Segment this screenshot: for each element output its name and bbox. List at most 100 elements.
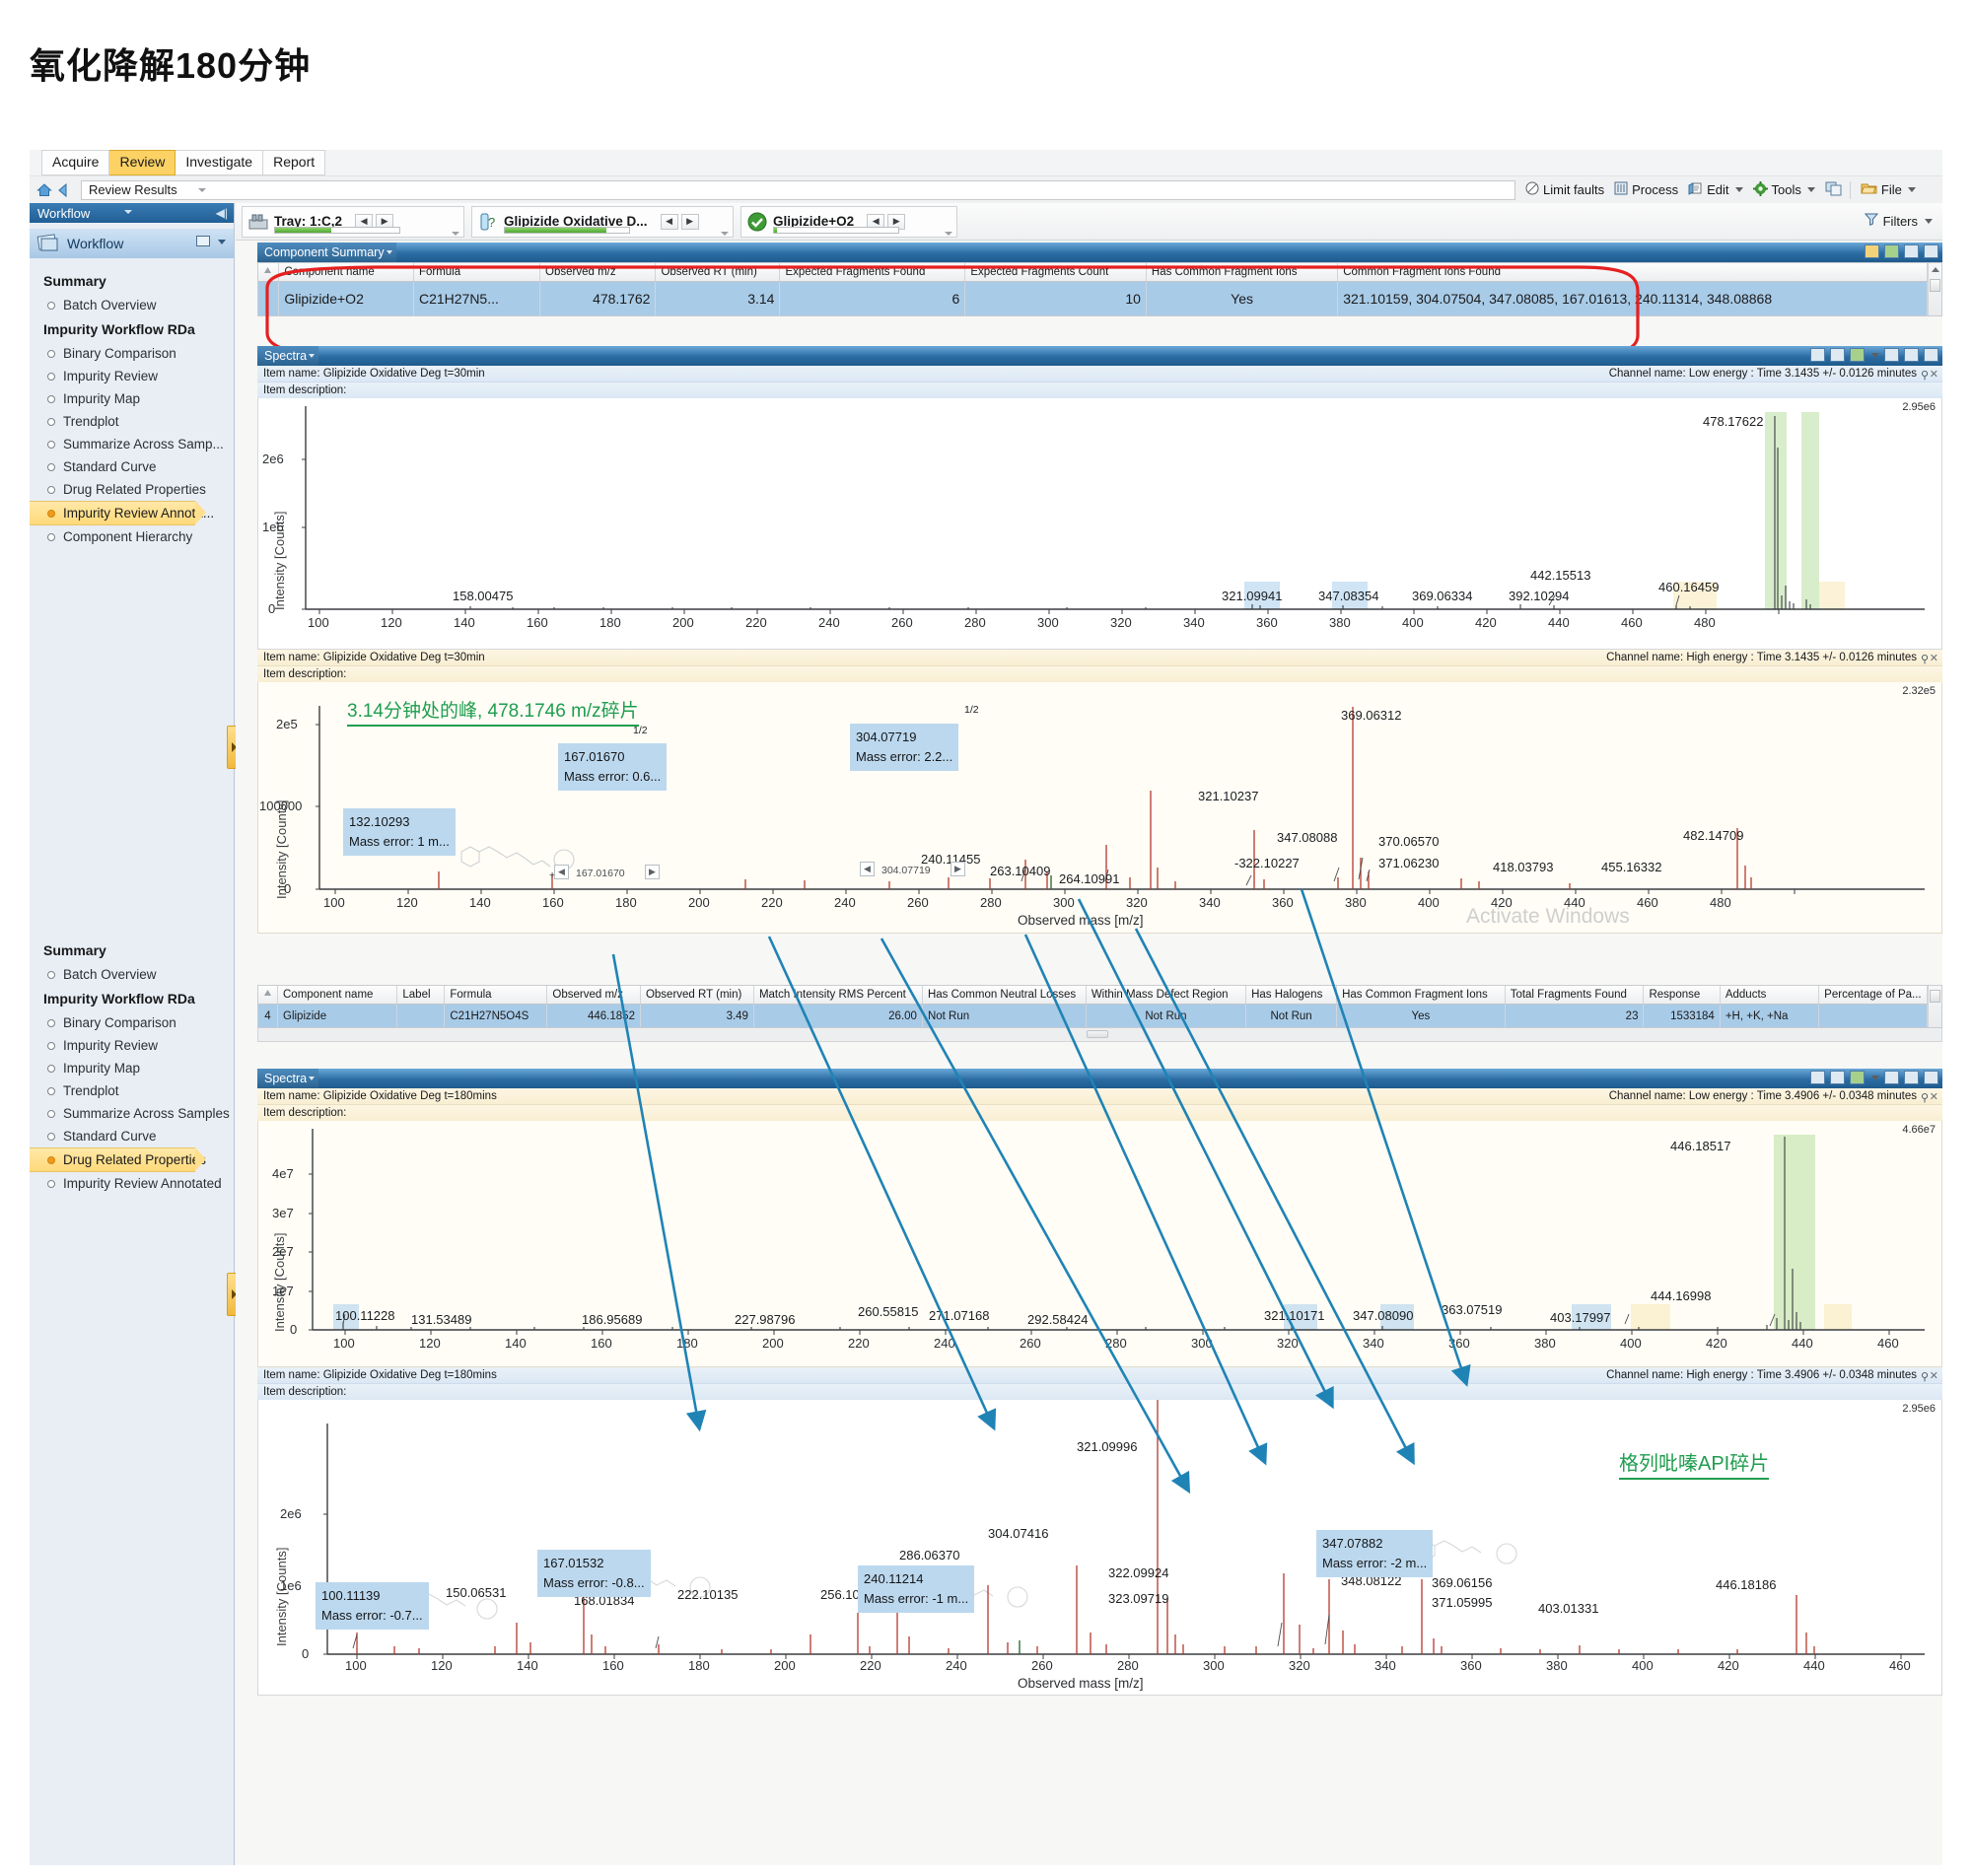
home-icon[interactable]	[35, 181, 53, 199]
move-icon[interactable]	[1884, 1071, 1899, 1084]
sidebar-item-binary-comparison[interactable]: Binary Comparison	[30, 1011, 234, 1034]
spectrum-list-icon[interactable]	[1810, 348, 1825, 362]
annotation-box-347[interactable]: 347.07882 Mass error: -2 m...	[1316, 1530, 1433, 1577]
sidebar-item-impurity-map[interactable]: Impurity Map	[30, 387, 234, 410]
column-header-observed-m-z[interactable]: Observed m/z	[540, 263, 656, 282]
chevron-down-icon[interactable]	[945, 232, 952, 236]
pin-icon[interactable]: ⚲	[1921, 653, 1929, 665]
chevron-down-icon[interactable]	[1871, 1076, 1879, 1080]
component-summary-tab[interactable]: Component Summary	[257, 243, 396, 262]
table-vertical-scrollbar[interactable]	[1928, 986, 1941, 1027]
spectra-tab-bottom[interactable]: Spectra	[257, 1069, 318, 1088]
column-header-response[interactable]: Response	[1644, 986, 1720, 1005]
panel-resize-grabber[interactable]	[1087, 1030, 1108, 1038]
column-header-label[interactable]: Label	[397, 986, 445, 1005]
pin-icon[interactable]: ⚲	[1921, 369, 1929, 382]
tab-investigate[interactable]: Investigate	[176, 150, 263, 175]
chevron-down-icon[interactable]	[452, 232, 459, 236]
window-layout-button[interactable]	[1825, 181, 1842, 199]
column-header-observed-rt-min-[interactable]: Observed RT (min)	[640, 986, 753, 1005]
limit-faults-button[interactable]: Limit faults	[1525, 181, 1604, 198]
fragment-next-button[interactable]: ▶	[645, 865, 660, 879]
chevron-down-icon[interactable]	[721, 232, 729, 236]
chevron-down-icon[interactable]	[1908, 187, 1916, 192]
annotation-box-100[interactable]: 100.11139 Mass error: -0.7...	[316, 1582, 429, 1630]
chevron-down-icon[interactable]	[198, 188, 206, 192]
annotation-box-167[interactable]: 167.01670 Mass error: 0.6...	[558, 743, 667, 791]
column-header-has-common-fragment-ions[interactable]: Has Common Fragment Ions	[1146, 263, 1337, 282]
tab-report[interactable]: Report	[263, 150, 325, 175]
row-handle[interactable]	[258, 282, 279, 316]
sidebar-item-summarize-across-samp[interactable]: Summarize Across Samp...	[30, 433, 234, 455]
chevron-down-icon[interactable]	[1871, 353, 1879, 358]
column-header-expected-fragments-found[interactable]: Expected Fragments Found	[780, 263, 965, 282]
fragment-next-button[interactable]: ▶	[951, 862, 965, 876]
prev-button[interactable]: ◀	[661, 214, 678, 230]
sidebar-item-trendplot[interactable]: Trendplot	[30, 410, 234, 433]
maximize-icon[interactable]	[1924, 1071, 1938, 1084]
export-icon[interactable]	[1924, 244, 1938, 258]
column-header-has-halogens[interactable]: Has Halogens	[1246, 986, 1337, 1005]
close-icon[interactable]: ✕	[1930, 1369, 1938, 1382]
tab-acquire[interactable]: Acquire	[41, 150, 109, 175]
scroll-up-icon[interactable]	[1932, 267, 1939, 272]
spectrum-1-low-plot[interactable]: 2.95e6 Intensity [Counts]	[257, 398, 1942, 650]
maximize-icon[interactable]	[1924, 348, 1938, 362]
sidebar-item-trendplot[interactable]: Trendplot	[30, 1079, 234, 1102]
sidebar-item-binary-comparison[interactable]: Binary Comparison	[30, 342, 234, 365]
sidebar-item-batch-overview[interactable]: Batch Overview	[30, 294, 234, 316]
column-header-match-intensity-rms-percent[interactable]: Match Intensity RMS Percent	[753, 986, 922, 1005]
sidebar-item-drug-related-properties[interactable]: Drug Related Properties	[30, 1147, 195, 1172]
sidebar-item-component-hierarchy[interactable]: Component Hierarchy	[30, 525, 234, 548]
chevron-down-icon[interactable]	[1807, 187, 1815, 192]
sidebar-item-standard-curve[interactable]: Standard Curve	[30, 1125, 234, 1147]
scroll-thumb[interactable]	[1930, 990, 1940, 1003]
column-header-within-mass-defect-region[interactable]: Within Mass Defect Region	[1086, 986, 1245, 1005]
column-header-formula[interactable]: Formula	[445, 986, 547, 1005]
sidebar-item-standard-curve[interactable]: Standard Curve	[30, 455, 234, 478]
collapse-panel-icon[interactable]: ◀|	[216, 206, 228, 220]
sidebar-item-drug-related-properties[interactable]: Drug Related Properties	[30, 478, 234, 501]
tools-button[interactable]: Tools	[1753, 181, 1815, 199]
sidebar-item-impurity-review-annotated[interactable]: Impurity Review Annotated	[30, 1172, 234, 1195]
column-header-formula[interactable]: Formula	[413, 263, 539, 282]
fragment-prev-button[interactable]: ◀	[554, 865, 569, 879]
sidebar-item-impurity-review[interactable]: Impurity Review	[30, 365, 234, 387]
impurity-results-table[interactable]: Component nameLabelFormulaObserved m/zOb…	[258, 986, 1928, 1027]
spectrum-list-icon[interactable]	[1810, 1071, 1825, 1084]
fragment-prev-button[interactable]: ◀	[860, 862, 875, 876]
chevron-down-icon[interactable]	[1925, 219, 1933, 224]
column-header-observed-m-z[interactable]: Observed m/z	[547, 986, 641, 1005]
spectrum-4-high-plot[interactable]: 2.95e6 Intensity [Counts] 格列吡嗪API碎片	[257, 1400, 1942, 1696]
tray-chip-component[interactable]: Glipizide+O2 ◀ ▶	[740, 206, 957, 238]
annotation-box-132[interactable]: 132.10293 Mass error: 1 m...	[343, 808, 456, 856]
pin-icon[interactable]: ⚲	[1921, 1370, 1929, 1383]
process-button[interactable]: Process	[1614, 181, 1678, 198]
sidebar-item-impurity-map[interactable]: Impurity Map	[30, 1057, 234, 1079]
tab-review[interactable]: Review	[109, 150, 176, 175]
refresh-icon[interactable]	[1884, 244, 1899, 258]
spectrum-2-high-plot[interactable]: 2.32e5 Intensity [Counts] 3.14分钟处的峰, 478…	[257, 682, 1942, 934]
column-header-component-name[interactable]: Component name	[279, 263, 414, 282]
annotation-box-240[interactable]: 240.11214 Mass error: -1 m...	[858, 1565, 974, 1613]
annotate-icon[interactable]	[1850, 1071, 1865, 1084]
tray-chip-tray[interactable]: Tray: 1:C,2 ◀ ▶	[242, 206, 464, 238]
chevron-down-icon[interactable]	[1735, 187, 1743, 192]
sidebar-item-batch-overview[interactable]: Batch Overview	[30, 963, 234, 986]
chevron-down-icon[interactable]	[218, 240, 226, 244]
column-header-adducts[interactable]: Adducts	[1720, 986, 1818, 1005]
display-icon[interactable]	[196, 236, 210, 246]
move-icon[interactable]	[1884, 348, 1899, 362]
table-vertical-scrollbar[interactable]	[1928, 263, 1941, 315]
column-header-common-fragment-ions-found[interactable]: Common Fragment Ions Found	[1338, 263, 1928, 282]
annotate-icon[interactable]	[1850, 348, 1865, 362]
filters-button[interactable]: Filters	[1865, 213, 1933, 229]
column-header-total-fragments-found[interactable]: Total Fragments Found	[1505, 986, 1644, 1005]
chevron-down-icon[interactable]	[124, 210, 132, 214]
sidebar-item-impurity-review-annota[interactable]: Impurity Review Annota...	[30, 501, 195, 525]
spectrum-3-low-plot[interactable]: 4.66e7 Intensity [Counts]	[257, 1121, 1942, 1367]
next-button[interactable]: ▶	[681, 214, 699, 230]
spectra-tab-top[interactable]: Spectra	[257, 346, 318, 366]
scroll-thumb[interactable]	[1930, 279, 1940, 292]
close-icon[interactable]: ✕	[1930, 652, 1938, 664]
